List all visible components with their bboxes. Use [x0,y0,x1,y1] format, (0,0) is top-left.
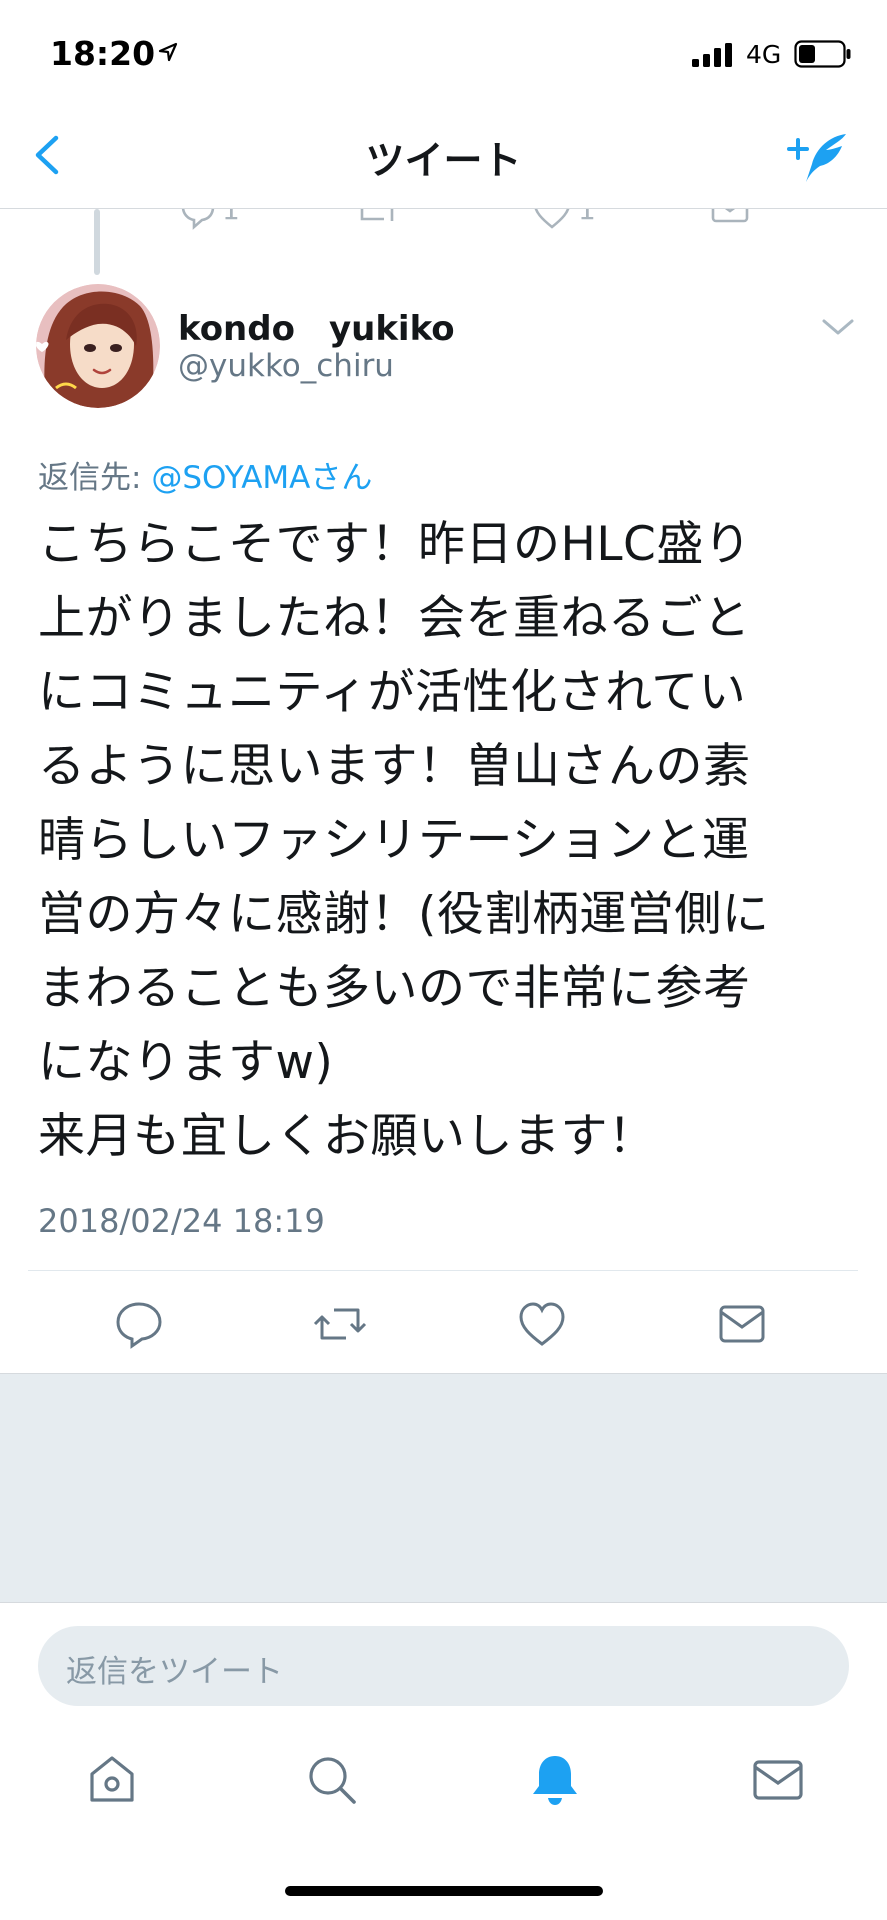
reply-to-mention[interactable]: @SOYAMAさん [151,460,372,496]
reply-icon [181,209,215,230]
retweet-icon[interactable] [312,1298,368,1350]
like-icon[interactable] [516,1298,568,1350]
previous-reply-count: 1 [222,209,240,226]
direct-message-icon[interactable] [716,1298,768,1350]
location-arrow-icon [158,42,178,62]
author-handle[interactable]: @yukko_chiru [178,348,394,384]
tweet-text-line: まわることも多いので非常に参考 [38,961,751,1016]
tweet-text-line: 営の方々に感謝！(役割柄運営側に [38,887,770,942]
thread-connector-line [94,209,100,275]
network-type: 4G [746,40,782,69]
empty-replies-area [0,1373,887,1603]
reply-to-line: 返信先: @SOYAMAさん [38,452,372,497]
search-icon[interactable] [304,1752,360,1808]
cellular-signal-icon [692,43,732,67]
status-time: 18:20 [50,34,156,73]
previous-like-count: 1 [578,209,596,226]
direct-message-icon [711,209,749,223]
tweet-text-line: 来月も宜しくお願いします！ [38,1109,656,1164]
reply-input-placeholder[interactable]: 返信をツイート [66,1646,283,1691]
page-title: ツイート [365,139,522,184]
author-name[interactable]: kondo yukiko [178,301,455,350]
tweet-text-line: こちらこそです！昨日のHLC盛り [38,517,752,572]
home-indicator [285,1886,603,1896]
tweet-text: こちらこそです！昨日のHLC盛り 上がりましたね！会を重ねるごと にコミュニティ… [38,508,853,1174]
tweet-text-line: にコミュニティが活性化されてい [38,665,747,720]
like-icon [534,209,570,229]
previous-tweet-actions: 1 1 [0,209,887,231]
battery-icon [794,40,851,68]
tweet-text-line: るように思います！曽山さんの素 [38,739,751,794]
avatar[interactable] [36,284,160,408]
compose-tweet-icon[interactable] [786,130,852,186]
tweet-text-line: 上がりましたね！会を重ねるごと [38,591,751,646]
reply-icon[interactable] [113,1298,165,1350]
chevron-down-icon[interactable] [818,315,858,339]
tweet-text-line: 晴らしいファシリテーションと運 [38,813,750,868]
home-icon[interactable] [84,1752,140,1808]
messages-icon[interactable] [750,1752,806,1808]
tweet-timestamp: 2018/02/24 18:19 [38,1202,325,1240]
retweet-icon [360,209,394,221]
tweet-text-line: になりますw) [38,1035,334,1090]
reply-to-label: 返信先: [38,460,152,496]
notifications-icon[interactable] [527,1752,583,1808]
actions-divider [28,1270,858,1271]
